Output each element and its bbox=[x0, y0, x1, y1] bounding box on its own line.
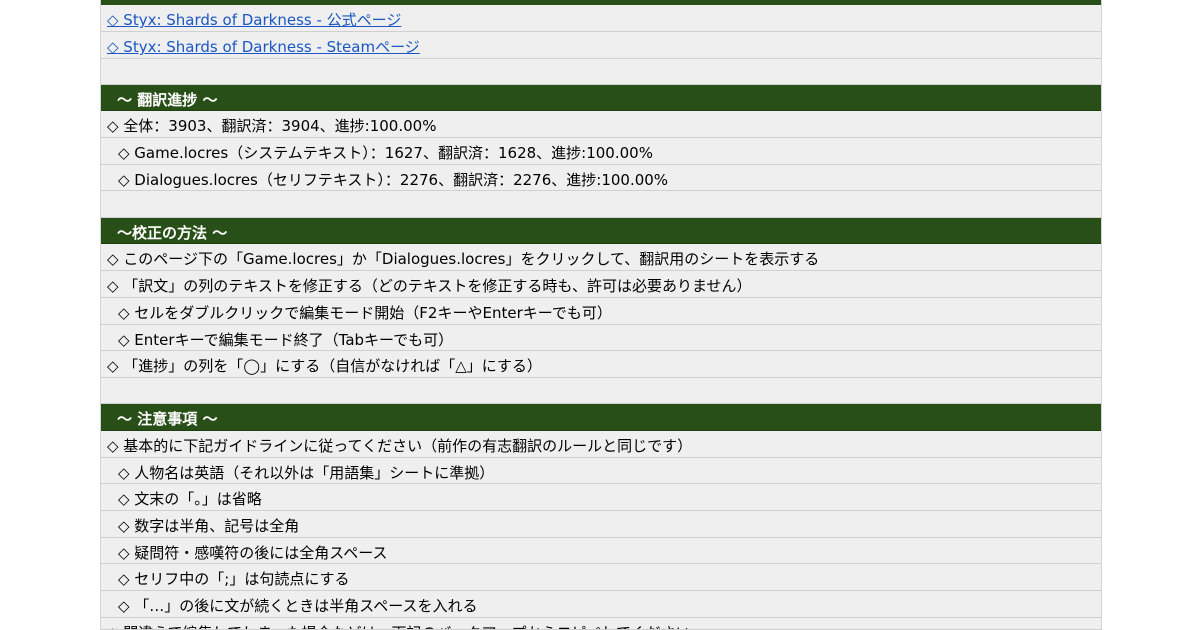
spreadsheet: ◇ Styx: Shards of Darkness - 公式ページ ◇ Sty… bbox=[100, 0, 1102, 630]
proofreading-step: ◇ 「訳文」の列のテキストを修正する（どのテキストを修正する時も、許可は必要あり… bbox=[107, 277, 752, 295]
proofreading-heading: 〜校正の方法 〜 bbox=[117, 224, 228, 242]
official-page-link-row[interactable]: ◇ Styx: Shards of Darkness - 公式ページ bbox=[101, 5, 1101, 32]
note-text: ◇ 文末の「。」は省略 bbox=[118, 490, 262, 508]
proofreading-step: ◇ セルをダブルクリックで編集モード開始（F2キーやEnterキーでも可） bbox=[118, 304, 612, 322]
proofreading-step: ◇ Enterキーで編集モード終了（Tabキーでも可） bbox=[118, 331, 454, 349]
note-row[interactable]: ◇ 基本的に下記ガイドラインに従ってください（前作の有志翻訳のルールと同じです） bbox=[101, 431, 1101, 458]
note-row[interactable]: ◇ 間違えて編集してしまった場合などは、下記のバックアップからコピペしてください bbox=[101, 618, 1101, 630]
empty-row[interactable] bbox=[101, 191, 1101, 218]
note-row[interactable]: ◇ 「…」の後に文が続くときは半角スペースを入れる bbox=[101, 591, 1101, 618]
note-row[interactable]: ◇ 文末の「。」は省略 bbox=[101, 484, 1101, 511]
progress-game: ◇ Game.locres（システムテキスト）：1627、翻訳済：1628、進捗… bbox=[118, 144, 653, 162]
proofreading-row[interactable]: ◇ 「訳文」の列のテキストを修正する（どのテキストを修正する時も、許可は必要あり… bbox=[101, 271, 1101, 298]
progress-dialogues-row[interactable]: ◇ Dialogues.locres（セリフテキスト）：2276、翻訳済：227… bbox=[101, 165, 1101, 191]
notes-heading: 〜 注意事項 〜 bbox=[117, 410, 218, 428]
note-text: ◇ セリフ中の「;」は句読点にする bbox=[118, 570, 350, 588]
progress-game-row[interactable]: ◇ Game.locres（システムテキスト）：1627、翻訳済：1628、進捗… bbox=[101, 138, 1101, 165]
proofreading-row[interactable]: ◇ 「進捗」の列を「◯」にする（自信がなければ「△」にする） bbox=[101, 351, 1101, 378]
proofreading-step: ◇ 「進捗」の列を「◯」にする（自信がなければ「△」にする） bbox=[107, 357, 542, 375]
empty-row[interactable] bbox=[101, 59, 1101, 85]
official-page-link[interactable]: ◇ Styx: Shards of Darkness - 公式ページ bbox=[107, 11, 401, 29]
note-text: ◇ 疑問符・感嘆符の後には全角スペース bbox=[118, 544, 388, 562]
proofreading-row[interactable]: ◇ このページ下の「Game.locres」か「Dialogues.locres… bbox=[101, 244, 1101, 271]
note-text: ◇ 基本的に下記ガイドラインに従ってください（前作の有志翻訳のルールと同じです） bbox=[107, 437, 693, 455]
note-row[interactable]: ◇ 人物名は英語（それ以外は「用語集」シートに準拠） bbox=[101, 458, 1101, 484]
proofreading-row[interactable]: ◇ Enterキーで編集モード終了（Tabキーでも可） bbox=[101, 325, 1101, 351]
note-text: ◇ 数字は半角、記号は全角 bbox=[118, 517, 300, 535]
proofreading-step: ◇ このページ下の「Game.locres」か「Dialogues.locres… bbox=[107, 250, 820, 268]
proofreading-heading-row[interactable]: 〜校正の方法 〜 bbox=[101, 218, 1101, 244]
steam-page-link-row[interactable]: ◇ Styx: Shards of Darkness - Steamページ bbox=[101, 32, 1101, 59]
steam-page-link[interactable]: ◇ Styx: Shards of Darkness - Steamページ bbox=[107, 38, 420, 56]
empty-row[interactable] bbox=[101, 378, 1101, 404]
proofreading-row[interactable]: ◇ セルをダブルクリックで編集モード開始（F2キーやEnterキーでも可） bbox=[101, 298, 1101, 325]
note-row[interactable]: ◇ 数字は半角、記号は全角 bbox=[101, 511, 1101, 538]
progress-total: ◇ 全体：3903、翻訳済：3904、進捗:100.00% bbox=[107, 117, 437, 135]
note-text: ◇ 人物名は英語（それ以外は「用語集」シートに準拠） bbox=[118, 464, 495, 482]
note-text: ◇ 間違えて編集してしまった場合などは、下記のバックアップからコピペしてください bbox=[107, 622, 691, 629]
note-row[interactable]: ◇ 疑問符・感嘆符の後には全角スペース bbox=[101, 538, 1101, 564]
note-row[interactable]: ◇ セリフ中の「;」は句読点にする bbox=[101, 564, 1101, 591]
progress-total-row[interactable]: ◇ 全体：3903、翻訳済：3904、進捗:100.00% bbox=[101, 111, 1101, 138]
progress-heading: 〜 翻訳進捗 〜 bbox=[117, 91, 218, 109]
notes-heading-row[interactable]: 〜 注意事項 〜 bbox=[101, 404, 1101, 431]
progress-heading-row[interactable]: 〜 翻訳進捗 〜 bbox=[101, 85, 1101, 111]
note-text: ◇ 「…」の後に文が続くときは半角スペースを入れる bbox=[118, 597, 478, 615]
progress-dialogues: ◇ Dialogues.locres（セリフテキスト）：2276、翻訳済：227… bbox=[118, 171, 669, 189]
